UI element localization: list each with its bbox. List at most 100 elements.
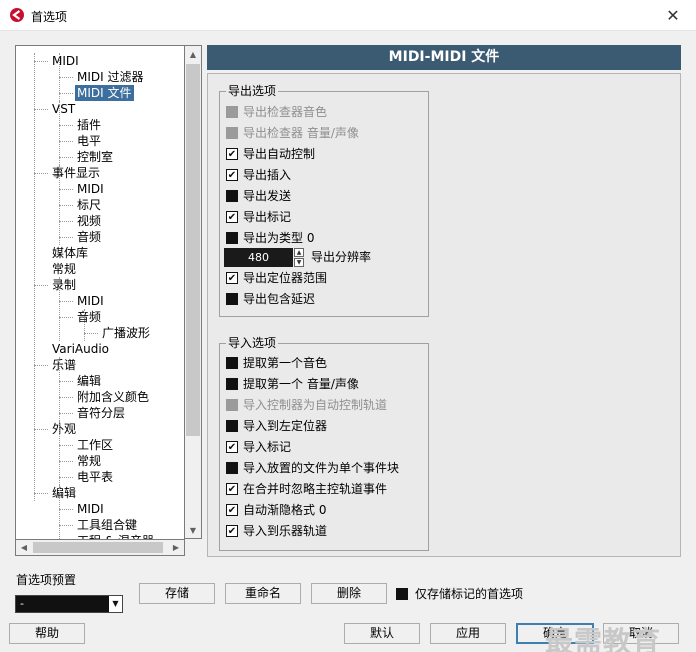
tree-connector [59, 397, 73, 398]
tree-item[interactable]: MIDI [75, 501, 106, 517]
tree-item[interactable]: 附加含义颜色 [75, 389, 151, 405]
tree-connector [59, 221, 73, 222]
tree-item[interactable]: 媒体库 [50, 245, 90, 261]
tree-hscroll-thumb[interactable] [33, 542, 163, 553]
scroll-left-icon[interactable]: ◀ [16, 540, 32, 555]
preset-select[interactable]: - ▼ [15, 595, 123, 613]
checkmark-icon[interactable]: ✔ [226, 148, 238, 160]
tree-item[interactable]: 外观 [50, 421, 78, 437]
checkbox-icon[interactable] [226, 420, 238, 432]
spin-up-icon[interactable]: ▲ [294, 248, 304, 257]
tree-connector [34, 61, 48, 62]
checkmark-icon[interactable]: ✔ [226, 211, 238, 223]
tree-guide [59, 421, 60, 485]
option-label: 导出定位器范围 [243, 271, 328, 285]
tree-connector [34, 429, 48, 430]
tree-item[interactable]: MIDI 文件 [75, 85, 134, 101]
store-button[interactable]: 存储 [139, 583, 215, 604]
tree-item[interactable]: 视频 [75, 213, 103, 229]
default-button[interactable]: 默认 [344, 623, 420, 644]
window-title: 首选项 [31, 10, 68, 24]
tree-item[interactable]: 录制 [50, 277, 78, 293]
preferences-dialog: MIDI MIDI 过滤器 MIDI 文件 VST 插件 电平 控制室 事件显示 MIDI 标尺视… [0, 31, 696, 652]
tree-horizontal-scrollbar[interactable]: ◀ ▶ [15, 539, 185, 556]
tree-item[interactable]: 音符分层 [75, 405, 127, 421]
tree-scroll-thumb[interactable] [186, 64, 200, 436]
checkmark-icon[interactable]: ✔ [226, 504, 238, 516]
tree-connector [59, 237, 73, 238]
tree-item[interactable]: VST [50, 101, 77, 117]
option-label: 导出包含延迟 [243, 292, 316, 306]
tree-item[interactable]: 乐谱 [50, 357, 78, 373]
tree-connector [59, 509, 73, 510]
help-button[interactable]: 帮助 [9, 623, 85, 644]
tree-item[interactable]: 标尺 [75, 197, 103, 213]
checkbox-icon [226, 399, 238, 411]
tree-connector [59, 461, 73, 462]
checkbox-icon[interactable] [226, 293, 238, 305]
checkbox-icon[interactable] [396, 588, 408, 600]
rename-button[interactable]: 重命名 [225, 583, 301, 604]
tree-item[interactable]: 广播波形 [100, 325, 152, 341]
tree-item[interactable]: 常规 [75, 453, 103, 469]
close-button[interactable]: ✕ [650, 0, 696, 31]
tree-connector [59, 381, 73, 382]
preferences-tree[interactable]: MIDI MIDI 过滤器 MIDI 文件 VST 插件 电平 控制室 事件显示 MIDI 标尺视… [15, 45, 185, 556]
tree-item[interactable]: MIDI [50, 53, 81, 69]
option-label: 导出检查器音色 [243, 105, 328, 119]
tree-guide [59, 277, 60, 341]
checkmark-icon[interactable]: ✔ [226, 272, 238, 284]
delete-button[interactable]: 删除 [311, 583, 387, 604]
chevron-down-icon[interactable]: ▼ [109, 596, 122, 612]
tree-item[interactable]: 事件显示 [50, 165, 102, 181]
tree-connector [59, 477, 73, 478]
option-label: 导入控制器为自动控制轨道 [243, 398, 388, 412]
tree-item[interactable]: 电平 [75, 133, 103, 149]
checkbox-icon[interactable] [226, 190, 238, 202]
checkmark-icon[interactable]: ✔ [226, 169, 238, 181]
checkmark-icon[interactable]: ✔ [226, 441, 238, 453]
cubase-app-icon [10, 8, 24, 22]
checkbox-icon[interactable] [226, 232, 238, 244]
tree-item[interactable]: MIDI 过滤器 [75, 69, 146, 85]
checkbox-icon[interactable] [226, 357, 238, 369]
tree-connector [84, 333, 98, 334]
tree-item[interactable]: VariAudio [50, 341, 111, 357]
import-options-title: 导入选项 [226, 336, 279, 350]
option-label: 在合并时忽略主控轨道事件 [243, 482, 388, 496]
tree-item[interactable]: MIDI [75, 181, 106, 197]
export-resolution-value[interactable]: 480 [224, 248, 293, 267]
tree-item[interactable]: 常规 [50, 261, 78, 277]
export-resolution-spinner[interactable]: 480 ▲ ▼ [224, 248, 304, 267]
tree-guide [59, 101, 60, 165]
checkbox-icon[interactable] [226, 462, 238, 474]
option-label: 提取第一个 音量/声像 [243, 377, 359, 391]
scroll-right-icon[interactable]: ▶ [168, 540, 184, 555]
tree-item[interactable]: 编辑 [50, 485, 78, 501]
option-label: 导出为类型 0 [243, 231, 315, 245]
tree-vertical-scrollbar[interactable]: ▲ ▼ [185, 45, 202, 539]
checkbox-icon[interactable] [226, 378, 238, 390]
tree-item[interactable]: 音频 [75, 229, 103, 245]
title-bar: 首选项 ✕ [0, 0, 696, 31]
apply-button[interactable]: 应用 [430, 623, 506, 644]
scroll-down-icon[interactable]: ▼ [185, 522, 201, 539]
tree-item[interactable]: 控制室 [75, 149, 115, 165]
checkmark-icon[interactable]: ✔ [226, 525, 238, 537]
spin-down-icon[interactable]: ▼ [294, 258, 304, 267]
tree-item[interactable]: 工具组合键 [75, 517, 139, 533]
option-label: 导入放置的文件为单个事件块 [243, 461, 400, 475]
tree-item[interactable]: 工作区 [75, 437, 115, 453]
tree-item[interactable]: 音频 [75, 309, 103, 325]
option-label: 提取第一个音色 [243, 356, 328, 370]
tree-item[interactable]: 电平表 [75, 469, 115, 485]
tree-connector [34, 173, 48, 174]
tree-connector [59, 525, 73, 526]
tree-item[interactable]: 插件 [75, 117, 103, 133]
tree-item[interactable]: MIDI [75, 293, 106, 309]
tree-connector [34, 109, 48, 110]
tree-item[interactable]: 编辑 [75, 373, 103, 389]
checkbox-icon [226, 127, 238, 139]
scroll-up-icon[interactable]: ▲ [185, 46, 201, 63]
checkmark-icon[interactable]: ✔ [226, 483, 238, 495]
